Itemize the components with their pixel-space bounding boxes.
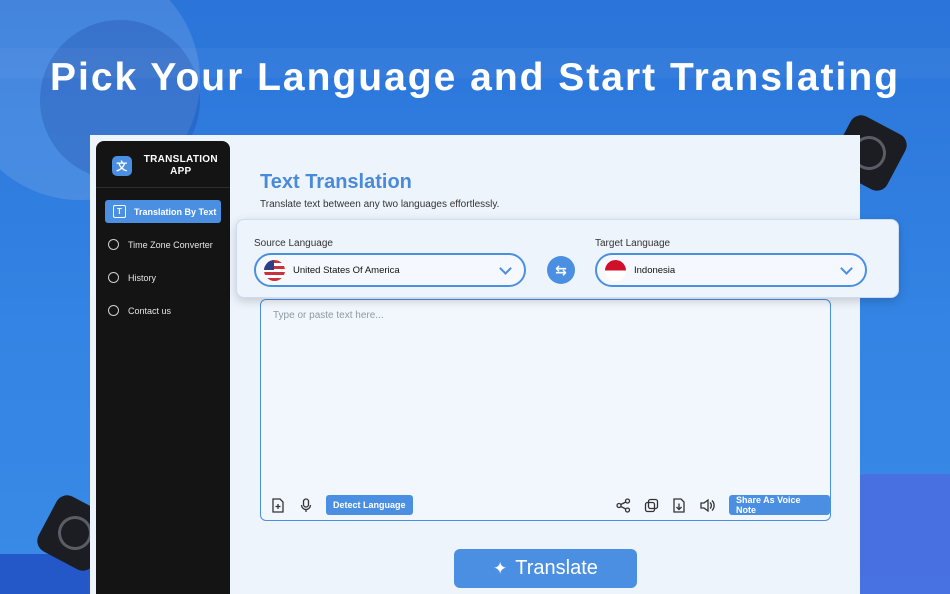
- text-icon: T: [113, 205, 126, 218]
- chevron-down-icon: [499, 262, 512, 275]
- source-language-dropdown[interactable]: United States Of America: [254, 253, 526, 287]
- promo-headline: Pick Your Language and Start Translating: [49, 56, 901, 99]
- input-placeholder: Type or paste text here...: [273, 310, 384, 321]
- sidebar-item-contact-us[interactable]: Contact us: [105, 299, 221, 322]
- download-icon[interactable]: [671, 497, 687, 513]
- detect-language-button[interactable]: Detect Language: [326, 495, 413, 515]
- indonesia-flag-icon: [605, 259, 626, 281]
- source-language-value: United States Of America: [293, 264, 400, 276]
- clock-icon: [107, 271, 120, 284]
- app-window: 文 TRANSLATION APP T Translation By Text …: [90, 135, 860, 594]
- sidebar-item-history[interactable]: History: [105, 266, 221, 289]
- share-icon[interactable]: [615, 497, 631, 513]
- sidebar-nav: T Translation By Text Time Zone Converte…: [96, 188, 230, 322]
- page-subtitle: Translate text between any two languages…: [260, 199, 500, 210]
- share-as-voice-note-button[interactable]: Share As Voice Note: [729, 495, 830, 515]
- sidebar-item-label: Contact us: [128, 305, 172, 316]
- language-selector-panel: Source Language United States Of America…: [236, 219, 899, 298]
- translate-logo-icon: 文: [112, 156, 132, 176]
- brand: 文 TRANSLATION APP: [96, 141, 230, 181]
- target-language-dropdown[interactable]: Indonesia: [595, 253, 867, 287]
- sidebar-item-label: Translation By Text: [134, 206, 217, 217]
- sidebar-item-label: Time Zone Converter: [128, 239, 213, 250]
- file-upload-icon[interactable]: [270, 497, 286, 513]
- brand-title: TRANSLATION APP: [143, 154, 218, 177]
- chevron-down-icon: [840, 262, 853, 275]
- source-text-input[interactable]: Type or paste text here... Detect Langua…: [260, 299, 831, 521]
- target-language-value: Indonesia: [634, 264, 676, 276]
- sparkle-icon: ✦: [493, 558, 508, 578]
- speaker-icon[interactable]: [699, 497, 715, 513]
- swap-languages-button[interactable]: ⇆: [547, 256, 575, 284]
- target-language-label: Target Language: [595, 238, 671, 249]
- copy-icon[interactable]: [643, 497, 659, 513]
- us-flag-icon: [264, 259, 285, 281]
- sidebar-item-label: History: [128, 272, 157, 283]
- microphone-icon[interactable]: [298, 497, 314, 513]
- sidebar-item-time-zone-converter[interactable]: Time Zone Converter: [105, 233, 221, 256]
- sidebar-item-translation-by-text[interactable]: T Translation By Text: [105, 200, 221, 223]
- sidebar: 文 TRANSLATION APP T Translation By Text …: [96, 141, 230, 594]
- translate-button-label: Translate: [515, 557, 598, 579]
- translate-button[interactable]: ✦ Translate: [454, 549, 637, 588]
- page-title: Text Translation: [260, 171, 412, 193]
- chat-bubble-icon: [107, 304, 120, 317]
- location-pin-icon: [107, 238, 120, 251]
- source-language-label: Source Language: [254, 238, 333, 249]
